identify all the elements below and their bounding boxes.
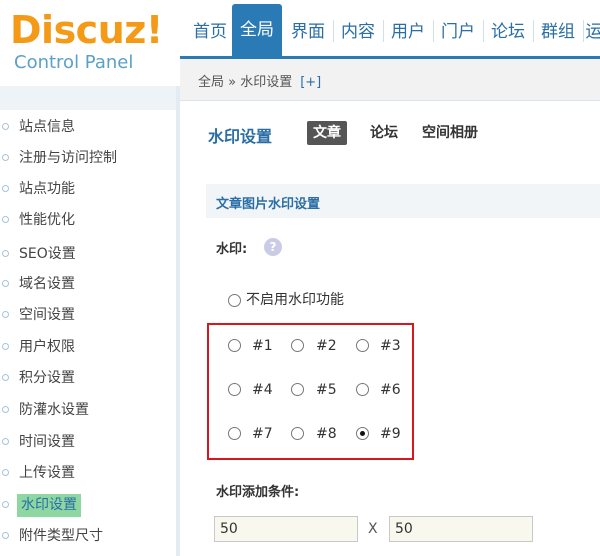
sidebar-item-label: 上传设置: [19, 465, 75, 481]
position-radio-8[interactable]: [291, 427, 304, 440]
breadcrumb-bar: 全局 » 水印设置 [+]: [180, 59, 600, 101]
page-title: 水印设置: [208, 127, 273, 146]
bullet-icon: [2, 216, 9, 223]
sidebar-item-watermark[interactable]: 水印设置: [0, 491, 170, 519]
nav-item-content[interactable]: 内容: [334, 10, 382, 54]
sidebar-item-seo[interactable]: SEO设置: [0, 240, 170, 268]
position-label: #6: [380, 382, 401, 398]
nav-item-group[interactable]: 群组: [534, 10, 582, 54]
position-radio-4[interactable]: [228, 383, 241, 396]
watermark-disable-label: 不启用水印功能: [246, 292, 344, 308]
position-label: #1: [252, 338, 273, 354]
logo-subtitle: Control Panel: [14, 52, 134, 73]
sidebar-item-label: 注册与访问控制: [19, 150, 117, 166]
sidebar-item-label: 域名设置: [19, 276, 75, 292]
sidebar-item-permissions[interactable]: 用户权限: [0, 333, 170, 361]
position-label: #2: [316, 338, 337, 354]
sidebar-item-label: 站点信息: [19, 119, 75, 135]
bullet-icon: [2, 311, 9, 318]
condition-label: 水印添加条件:: [216, 485, 300, 500]
sidebar-item-site-info[interactable]: 站点信息: [0, 113, 170, 141]
sidebar-item-label: 用户权限: [19, 339, 75, 355]
sidebar-item-label: 积分设置: [19, 370, 75, 386]
nav-item-more[interactable]: 运: [584, 10, 600, 54]
bullet-icon: [2, 406, 9, 413]
position-radio-3[interactable]: [356, 339, 369, 352]
sidebar-item-label: 空间设置: [19, 307, 75, 323]
sidebar: 站点信息 注册与访问控制 站点功能 性能优化 SEO设置 域名设置 空间设置 用…: [0, 86, 180, 556]
sidebar-item-label: 站点功能: [19, 181, 75, 197]
tab-space-album[interactable]: 空间相册: [422, 121, 478, 145]
position-label: #7: [252, 426, 273, 442]
sidebar-item-label: SEO设置: [19, 246, 76, 262]
position-radio-1[interactable]: [228, 339, 241, 352]
bullet-icon: [2, 123, 9, 130]
bullet-icon: [2, 374, 9, 381]
section-title: 文章图片水印设置: [216, 197, 321, 212]
bullet-icon: [2, 185, 9, 192]
top-nav: 首页 全局 界面 内容 用户 门户 论坛 群组 运: [180, 0, 600, 58]
sidebar-header: [0, 86, 180, 110]
bullet-icon: [2, 469, 9, 476]
bullet-icon: [2, 250, 9, 257]
nav-item-global[interactable]: 全局: [232, 4, 282, 58]
position-label: #8: [316, 426, 337, 442]
position-radio-5[interactable]: [291, 383, 304, 396]
position-radio-7[interactable]: [228, 427, 241, 440]
bullet-icon: [2, 501, 9, 508]
nav-item-forum[interactable]: 论坛: [484, 10, 532, 54]
bullet-icon: [2, 154, 9, 161]
position-label: #9: [380, 426, 401, 442]
sidebar-item-label: 时间设置: [19, 434, 75, 450]
position-radio-6[interactable]: [356, 383, 369, 396]
sidebar-item-performance[interactable]: 性能优化: [0, 206, 170, 234]
section-header: 文章图片水印设置: [206, 184, 600, 218]
breadcrumb: 全局 » 水印设置 [+]: [198, 71, 321, 90]
help-icon[interactable]: ?: [264, 238, 282, 256]
dimension-separator: X: [368, 521, 378, 537]
tab-forum[interactable]: 论坛: [370, 121, 398, 145]
logo-title: Discuz!: [10, 8, 163, 52]
sidebar-item-antiflood[interactable]: 防灌水设置: [0, 396, 170, 424]
tab-article[interactable]: 文章: [307, 121, 347, 145]
bullet-icon: [2, 280, 9, 287]
min-height-input[interactable]: [389, 516, 533, 542]
sidebar-item-upload[interactable]: 上传设置: [0, 459, 170, 487]
breadcrumb-path[interactable]: 全局 » 水印设置: [198, 75, 292, 90]
position-label: #3: [380, 338, 401, 354]
bullet-icon: [2, 438, 9, 445]
watermark-label: 水印:: [216, 242, 248, 257]
add-shortcut-link[interactable]: [+]: [300, 75, 321, 90]
bullet-icon: [2, 532, 9, 539]
sidebar-item-label: 性能优化: [19, 212, 75, 228]
position-radio-9[interactable]: [356, 427, 369, 440]
sidebar-item-label: 附件类型尺寸: [19, 528, 103, 544]
sidebar-item-label: 防灌水设置: [19, 402, 89, 418]
sidebar-item-space[interactable]: 空间设置: [0, 301, 170, 329]
nav-item-style[interactable]: 界面: [284, 10, 332, 54]
position-label: #5: [316, 382, 337, 398]
sidebar-item-time[interactable]: 时间设置: [0, 428, 170, 456]
sidebar-item-label: 水印设置: [17, 494, 81, 517]
sidebar-item-credits[interactable]: 积分设置: [0, 364, 170, 392]
sidebar-item-functions[interactable]: 站点功能: [0, 175, 170, 203]
nav-item-portal[interactable]: 门户: [434, 10, 482, 54]
bullet-icon: [2, 343, 9, 350]
watermark-disable-radio[interactable]: [228, 294, 241, 307]
position-radio-2[interactable]: [291, 339, 304, 352]
sidebar-item-attachment-types[interactable]: 附件类型尺寸: [0, 522, 170, 550]
nav-item-home[interactable]: 首页: [186, 10, 234, 54]
min-width-input[interactable]: [214, 516, 358, 542]
position-label: #4: [252, 382, 273, 398]
discuz-logo[interactable]: Discuz! Control Panel: [10, 8, 180, 78]
sidebar-item-domain[interactable]: 域名设置: [0, 270, 170, 298]
main-content: 水印设置 文章 论坛 空间相册 文章图片水印设置 水印: ? 不启用水印功能 #…: [180, 101, 600, 556]
sidebar-item-register[interactable]: 注册与访问控制: [0, 144, 170, 172]
nav-item-user[interactable]: 用户: [384, 10, 432, 54]
